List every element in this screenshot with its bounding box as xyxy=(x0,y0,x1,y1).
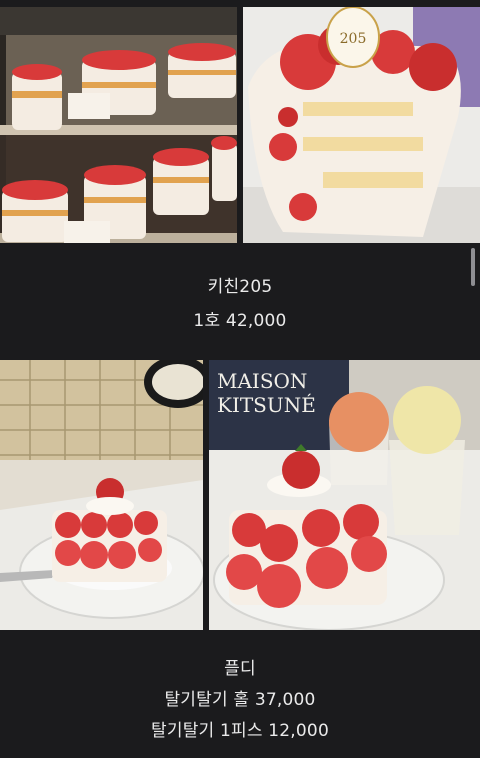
shop-name: 키친205 xyxy=(207,277,273,297)
price-line: 1호 42,000 xyxy=(193,311,287,331)
cafe-sign-line1: MAISON xyxy=(217,369,307,393)
cake-display-case-photo[interactable] xyxy=(0,7,237,243)
cake-topper-text: 205 xyxy=(340,31,367,47)
post-caption-2: 플디 탈기탈기 홀 37,000 탈기탈기 1피스 12,000 xyxy=(0,654,480,747)
shop-name: 플디 xyxy=(224,659,256,679)
strawberry-cake-slice-photo[interactable]: 205 xyxy=(243,7,480,243)
price-line: 탈기탈기 홀 37,000 xyxy=(164,690,316,710)
post-caption-1: 키친205 1호 42,000 xyxy=(0,270,480,338)
strawberry-tower-cake-photo[interactable] xyxy=(0,360,203,630)
scrollbar-thumb[interactable] xyxy=(471,248,475,286)
strawberry-cake-with-ice-cream-photo[interactable]: MAISON KITSUNÉ xyxy=(209,360,480,630)
cafe-sign-line2: KITSUNÉ xyxy=(217,393,316,417)
price-line: 탈기탈기 1피스 12,000 xyxy=(151,721,329,741)
